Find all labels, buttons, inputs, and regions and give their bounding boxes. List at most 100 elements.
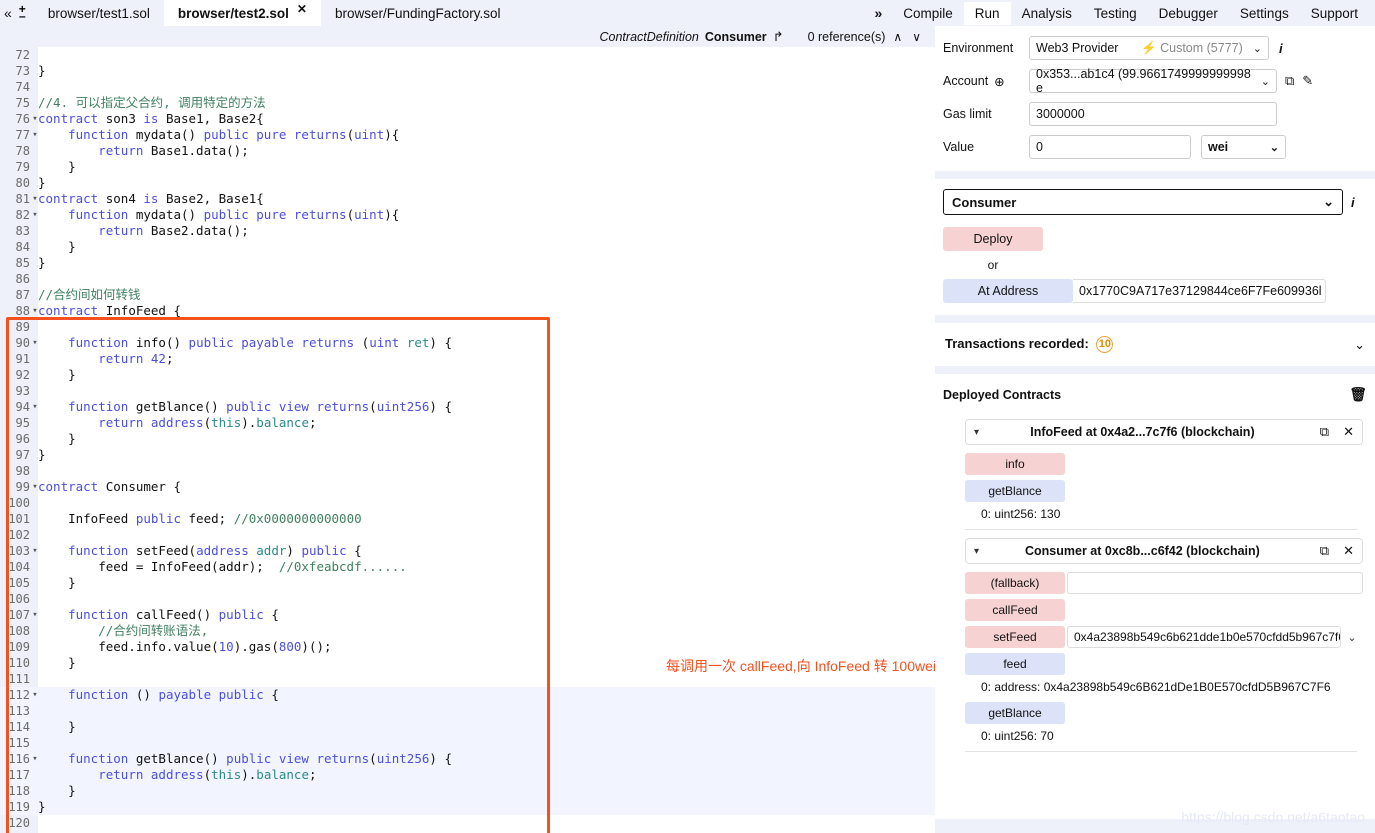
tab-fundingfactory[interactable]: browser/FundingFactory.sol — [321, 0, 515, 26]
code-line[interactable]: 92 } — [0, 367, 935, 383]
code-line[interactable]: 117 return address(this).balance; — [0, 767, 935, 783]
zoom-controls[interactable]: + – — [17, 0, 34, 26]
code-line[interactable]: 106 — [0, 591, 935, 607]
add-account-icon[interactable]: ⊕ — [994, 74, 1004, 89]
close-instance-icon[interactable]: ✕ — [1343, 543, 1354, 559]
code-line[interactable]: 96 } — [0, 431, 935, 447]
copy-address-icon[interactable]: ⧉ — [1320, 424, 1329, 440]
code-line[interactable]: 79 } — [0, 159, 935, 175]
tab-test1[interactable]: browser/test1.sol — [34, 0, 164, 26]
at-address-button[interactable]: At Address — [943, 279, 1073, 303]
code-line[interactable]: 107▾ function callFeed() public { — [0, 607, 935, 623]
collapse-panel-icon[interactable]: « — [0, 0, 17, 26]
code-line[interactable]: 78 return Base1.data(); — [0, 143, 935, 159]
contract-info-icon[interactable]: i — [1351, 195, 1355, 210]
chevron-down-icon[interactable]: ⌄ — [1323, 194, 1334, 210]
fold-toggle-icon[interactable]: ▾ — [31, 207, 39, 223]
at-address-input[interactable]: 0x1770C9A717e37129844ce6F7Fe609936l — [1073, 279, 1326, 303]
code-line[interactable]: 77▾ function mydata() public pure return… — [0, 127, 935, 143]
transactions-recorded-header[interactable]: Transactions recorded: 10 ⌄ — [945, 336, 1365, 353]
zoom-out-icon[interactable]: – — [19, 13, 26, 20]
function-input[interactable]: 0x4a23898b549c6b621dde1b0e570cfdd5b967c7… — [1067, 626, 1341, 648]
code-line[interactable]: 86 — [0, 271, 935, 287]
code-line[interactable]: 100 — [0, 495, 935, 511]
chevron-down-icon[interactable]: ⌄ — [1270, 141, 1279, 154]
code-line[interactable]: 116▾ function getBlance() public view re… — [0, 751, 935, 767]
transactions-recorded-card[interactable]: Transactions recorded: 10 ⌄ — [935, 323, 1375, 366]
code-line[interactable]: 105 } — [0, 575, 935, 591]
code-line[interactable]: 93 — [0, 383, 935, 399]
function-button[interactable]: (fallback) — [965, 572, 1065, 594]
fold-toggle-icon[interactable]: ▾ — [31, 687, 39, 703]
close-instance-icon[interactable]: ✕ — [1343, 424, 1354, 440]
fold-toggle-icon[interactable]: ▾ — [31, 303, 39, 319]
code-line[interactable]: 80} — [0, 175, 935, 191]
environment-select[interactable]: Web3 Provider ⚡ Custom (5777) ⌄ — [1029, 36, 1269, 60]
code-line[interactable]: 82▾ function mydata() public pure return… — [0, 207, 935, 223]
value-input[interactable]: 0 — [1029, 135, 1191, 159]
code-line[interactable]: 101 InfoFeed public feed; //0x0000000000… — [0, 511, 935, 527]
function-input[interactable] — [1067, 572, 1363, 594]
fold-toggle-icon[interactable]: ▾ — [31, 543, 39, 559]
trash-icon[interactable]: 🗑 — [1349, 386, 1367, 403]
menu-item-settings[interactable]: Settings — [1229, 2, 1300, 25]
deploy-button[interactable]: Deploy — [943, 227, 1043, 251]
function-button[interactable]: setFeed — [965, 626, 1065, 648]
menu-item-analysis[interactable]: Analysis — [1011, 2, 1083, 25]
menu-item-support[interactable]: Support — [1300, 2, 1369, 25]
function-button[interactable]: info — [965, 453, 1065, 475]
function-button[interactable]: feed — [965, 653, 1065, 675]
code-line[interactable]: 73} — [0, 63, 935, 79]
expand-menu-icon[interactable]: » — [866, 5, 892, 21]
code-line[interactable]: 108 //合约间转账语法, — [0, 623, 935, 639]
code-line[interactable]: 119} — [0, 799, 935, 815]
code-line[interactable]: 88▾contract InfoFeed { — [0, 303, 935, 319]
code-line[interactable]: 112▾ function () payable public { — [0, 687, 935, 703]
chevron-down-icon[interactable]: ⌄ — [1253, 42, 1262, 55]
code-line[interactable]: 113 — [0, 703, 935, 719]
code-line[interactable]: 120 — [0, 815, 935, 831]
code-line[interactable]: 75//4. 可以指定父合约, 调用特定的方法 — [0, 95, 935, 111]
fold-toggle-icon[interactable]: ▾ — [31, 399, 39, 415]
function-button[interactable]: getBlance — [965, 480, 1065, 502]
code-line[interactable]: 104 feed = InfoFeed(addr); //0xfeabcdf..… — [0, 559, 935, 575]
chevron-down-icon[interactable]: ∨ — [912, 30, 921, 44]
chevron-up-icon[interactable]: ∧ — [893, 30, 902, 44]
menu-item-compile[interactable]: Compile — [892, 2, 964, 25]
menu-item-debugger[interactable]: Debugger — [1148, 2, 1229, 25]
code-line[interactable]: 102 — [0, 527, 935, 543]
tab-close-icon[interactable]: ✕ — [297, 2, 307, 16]
edit-account-icon[interactable]: ✎ — [1302, 73, 1313, 89]
code-line[interactable]: 85} — [0, 255, 935, 271]
code-line[interactable]: 81▾contract son4 is Base2, Base1{ — [0, 191, 935, 207]
value-unit-select[interactable]: wei ⌄ — [1201, 135, 1286, 159]
code-line[interactable]: 115 — [0, 735, 935, 751]
copy-address-icon[interactable]: ⧉ — [1320, 543, 1329, 559]
code-line[interactable]: 118 } — [0, 783, 935, 799]
code-line[interactable]: 91 return 42; — [0, 351, 935, 367]
code-line[interactable]: 103▾ function setFeed(address addr) publ… — [0, 543, 935, 559]
instance-header[interactable]: ▾InfoFeed at 0x4a2...7c7f6 (blockchain)⧉… — [965, 419, 1363, 445]
code-line[interactable]: 87//合约间如何转钱 — [0, 287, 935, 303]
code-area[interactable]: 7273}7475//4. 可以指定父合约, 调用特定的方法76▾contrac… — [0, 47, 935, 833]
code-line[interactable]: 89 — [0, 319, 935, 335]
code-line[interactable]: 109 feed.info.value(10).gas(800)(); — [0, 639, 935, 655]
fold-toggle-icon[interactable]: ▾ — [31, 191, 39, 207]
menu-item-testing[interactable]: Testing — [1083, 2, 1148, 25]
code-line[interactable]: 72 — [0, 47, 935, 63]
environment-info-icon[interactable]: i — [1279, 41, 1283, 56]
gas-limit-input[interactable]: 3000000 — [1029, 102, 1277, 126]
fold-toggle-icon[interactable]: ▾ — [31, 111, 39, 127]
code-line[interactable]: 94▾ function getBlance() public view ret… — [0, 399, 935, 415]
code-line[interactable]: 98 — [0, 463, 935, 479]
code-line[interactable]: 99▾contract Consumer { — [0, 479, 935, 495]
code-line[interactable]: 74 — [0, 79, 935, 95]
fold-toggle-icon[interactable]: ▾ — [31, 127, 39, 143]
code-lines[interactable]: 7273}7475//4. 可以指定父合约, 调用特定的方法76▾contrac… — [0, 47, 935, 833]
code-line[interactable]: 97} — [0, 447, 935, 463]
code-line[interactable]: 84 } — [0, 239, 935, 255]
fold-toggle-icon[interactable]: ▾ — [31, 335, 39, 351]
code-line[interactable]: 76▾contract son3 is Base1, Base2{ — [0, 111, 935, 127]
fold-toggle-icon[interactable]: ▾ — [31, 479, 39, 495]
fold-toggle-icon[interactable]: ▾ — [31, 751, 39, 767]
